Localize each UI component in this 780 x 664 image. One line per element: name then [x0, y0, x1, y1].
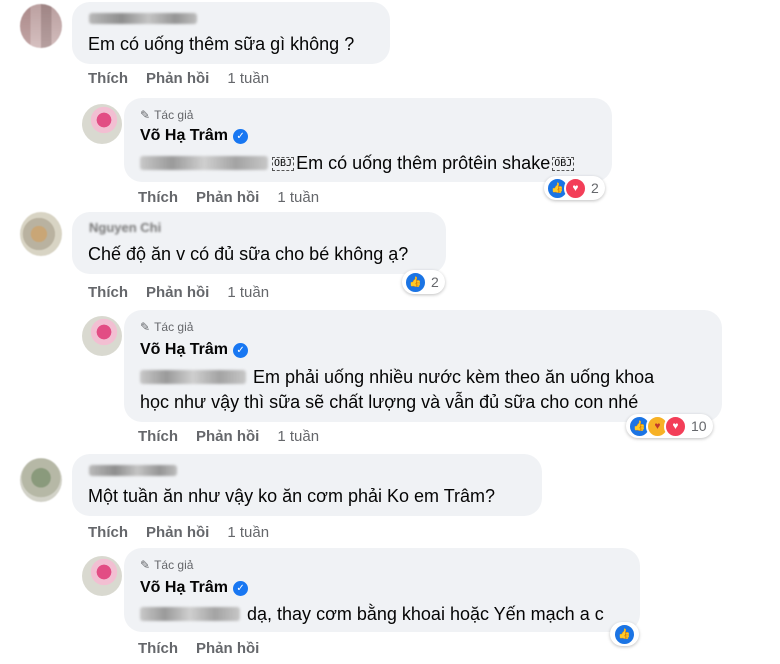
- comment-actions: Thích Phản hồi 1 tuần: [88, 70, 269, 87]
- like-link[interactable]: Thích: [88, 284, 128, 301]
- comment-text: dạ, thay cơm bằng khoai hoặc Yến mạch a …: [140, 600, 604, 628]
- reaction-count: 2: [591, 180, 599, 196]
- verified-badge-icon: ✓: [233, 129, 249, 144]
- author-name[interactable]: Võ Hạ Trâm ✓: [140, 341, 249, 359]
- reaction-summary[interactable]: 👍 ♥ ♥ 10: [626, 414, 713, 438]
- comment-actions: Thích Phản hồi 1 tuần: [88, 524, 269, 541]
- reaction-summary[interactable]: 👍: [610, 622, 639, 646]
- timestamp[interactable]: 1 tuần: [227, 284, 269, 301]
- comment-actions: Thích Phản hồi 1 tuần: [138, 189, 319, 206]
- reaction-count: 10: [691, 418, 707, 434]
- avatar-blurred[interactable]: [20, 4, 62, 48]
- like-link[interactable]: Thích: [88, 524, 128, 541]
- comment-actions: Thích Phản hồi 1 tuần: [138, 428, 319, 445]
- blurred-mention[interactable]: [140, 156, 268, 170]
- comment-text: OBJ Em có uống thêm prôtêin shake OBJ: [140, 149, 576, 177]
- like-link[interactable]: Thích: [88, 70, 128, 87]
- author-avatar[interactable]: [82, 556, 122, 596]
- comment-text-line-2: học như vậy thì sữa sẽ chất lượng và vẫn…: [140, 392, 639, 412]
- pen-icon: ✎: [140, 108, 151, 122]
- timestamp[interactable]: 1 tuần: [277, 189, 319, 206]
- avatar[interactable]: [20, 212, 62, 256]
- blurred-mention[interactable]: [140, 370, 246, 384]
- blurred-name: [89, 13, 197, 24]
- blurred-mention[interactable]: [140, 607, 240, 621]
- author-avatar[interactable]: [82, 104, 122, 144]
- comment-bubble: ✎ Tác giả Võ Hạ Trâm ✓ dạ, thay cơm bằng k…: [124, 548, 640, 632]
- comment-bubble: Một tuần ăn như vậy ko ăn cơm phải Ko em…: [72, 454, 542, 516]
- avatar[interactable]: [20, 458, 62, 502]
- obj-placeholder: OBJ: [552, 157, 575, 171]
- author-label: ✎ Tác giả: [140, 108, 194, 122]
- love-reaction-icon: ♥: [564, 176, 587, 200]
- like-reaction-icon: 👍: [613, 622, 636, 646]
- reaction-count: 2: [431, 274, 439, 290]
- reply-link[interactable]: Phản hồi: [146, 524, 209, 541]
- comment-bubble: ✎ Tác giả Võ Hạ Trâm ✓ OBJ Em có uống thêm …: [124, 98, 612, 182]
- author-label: ✎ Tác giả: [140, 558, 194, 572]
- author-label: ✎ Tác giả: [140, 320, 194, 334]
- like-link[interactable]: Thích: [138, 428, 178, 445]
- comment-bubble: Nguyen Chi Chế độ ăn v có đủ sữa cho bé …: [72, 212, 446, 274]
- timestamp[interactable]: 1 tuần: [227, 70, 269, 87]
- author-name[interactable]: Võ Hạ Trâm ✓: [140, 579, 249, 597]
- obj-placeholder: OBJ: [272, 157, 295, 171]
- comment-bubble: Em có uống thêm sữa gì không ?: [72, 2, 390, 64]
- love-reaction-icon: ♥: [664, 414, 687, 438]
- like-link[interactable]: Thích: [138, 640, 178, 657]
- reply-link[interactable]: Phản hồi: [196, 189, 259, 206]
- author-name[interactable]: Võ Hạ Trâm ✓: [140, 127, 249, 145]
- reaction-summary[interactable]: 👍 ♥ 2: [544, 176, 605, 200]
- reply-link[interactable]: Phản hồi: [146, 70, 209, 87]
- timestamp[interactable]: 1 tuần: [277, 428, 319, 445]
- comment-bubble: ✎ Tác giả Võ Hạ Trâm ✓ Em phải uống nhiều …: [124, 310, 722, 422]
- reply-link[interactable]: Phản hồi: [146, 284, 209, 301]
- reaction-summary[interactable]: 👍 2: [402, 270, 445, 294]
- blurred-name: Nguyen Chi: [89, 220, 162, 235]
- blurred-name: [89, 465, 177, 476]
- pen-icon: ✎: [140, 320, 151, 334]
- verified-badge-icon: ✓: [233, 343, 249, 358]
- comment-actions: Thích Phản hồi 1 tuần: [88, 284, 269, 301]
- pen-icon: ✎: [140, 558, 151, 572]
- author-avatar[interactable]: [82, 316, 122, 356]
- like-reaction-icon: 👍: [404, 270, 427, 294]
- like-link[interactable]: Thích: [138, 189, 178, 206]
- reply-link[interactable]: Phản hồi: [196, 640, 259, 657]
- comment-text: Em có uống thêm sữa gì không ?: [88, 34, 355, 54]
- reply-link[interactable]: Phản hồi: [196, 428, 259, 445]
- comment-text-line-1: Em phải uống nhiều nước kèm theo ăn uống…: [140, 363, 654, 391]
- comment-actions: Thích Phản hồi: [138, 640, 277, 657]
- timestamp[interactable]: 1 tuần: [227, 524, 269, 541]
- verified-badge-icon: ✓: [233, 581, 249, 596]
- comment-text: Một tuần ăn như vậy ko ăn cơm phải Ko em…: [88, 486, 496, 506]
- comment-text: Chế độ ăn v có đủ sữa cho bé không ạ?: [88, 244, 409, 264]
